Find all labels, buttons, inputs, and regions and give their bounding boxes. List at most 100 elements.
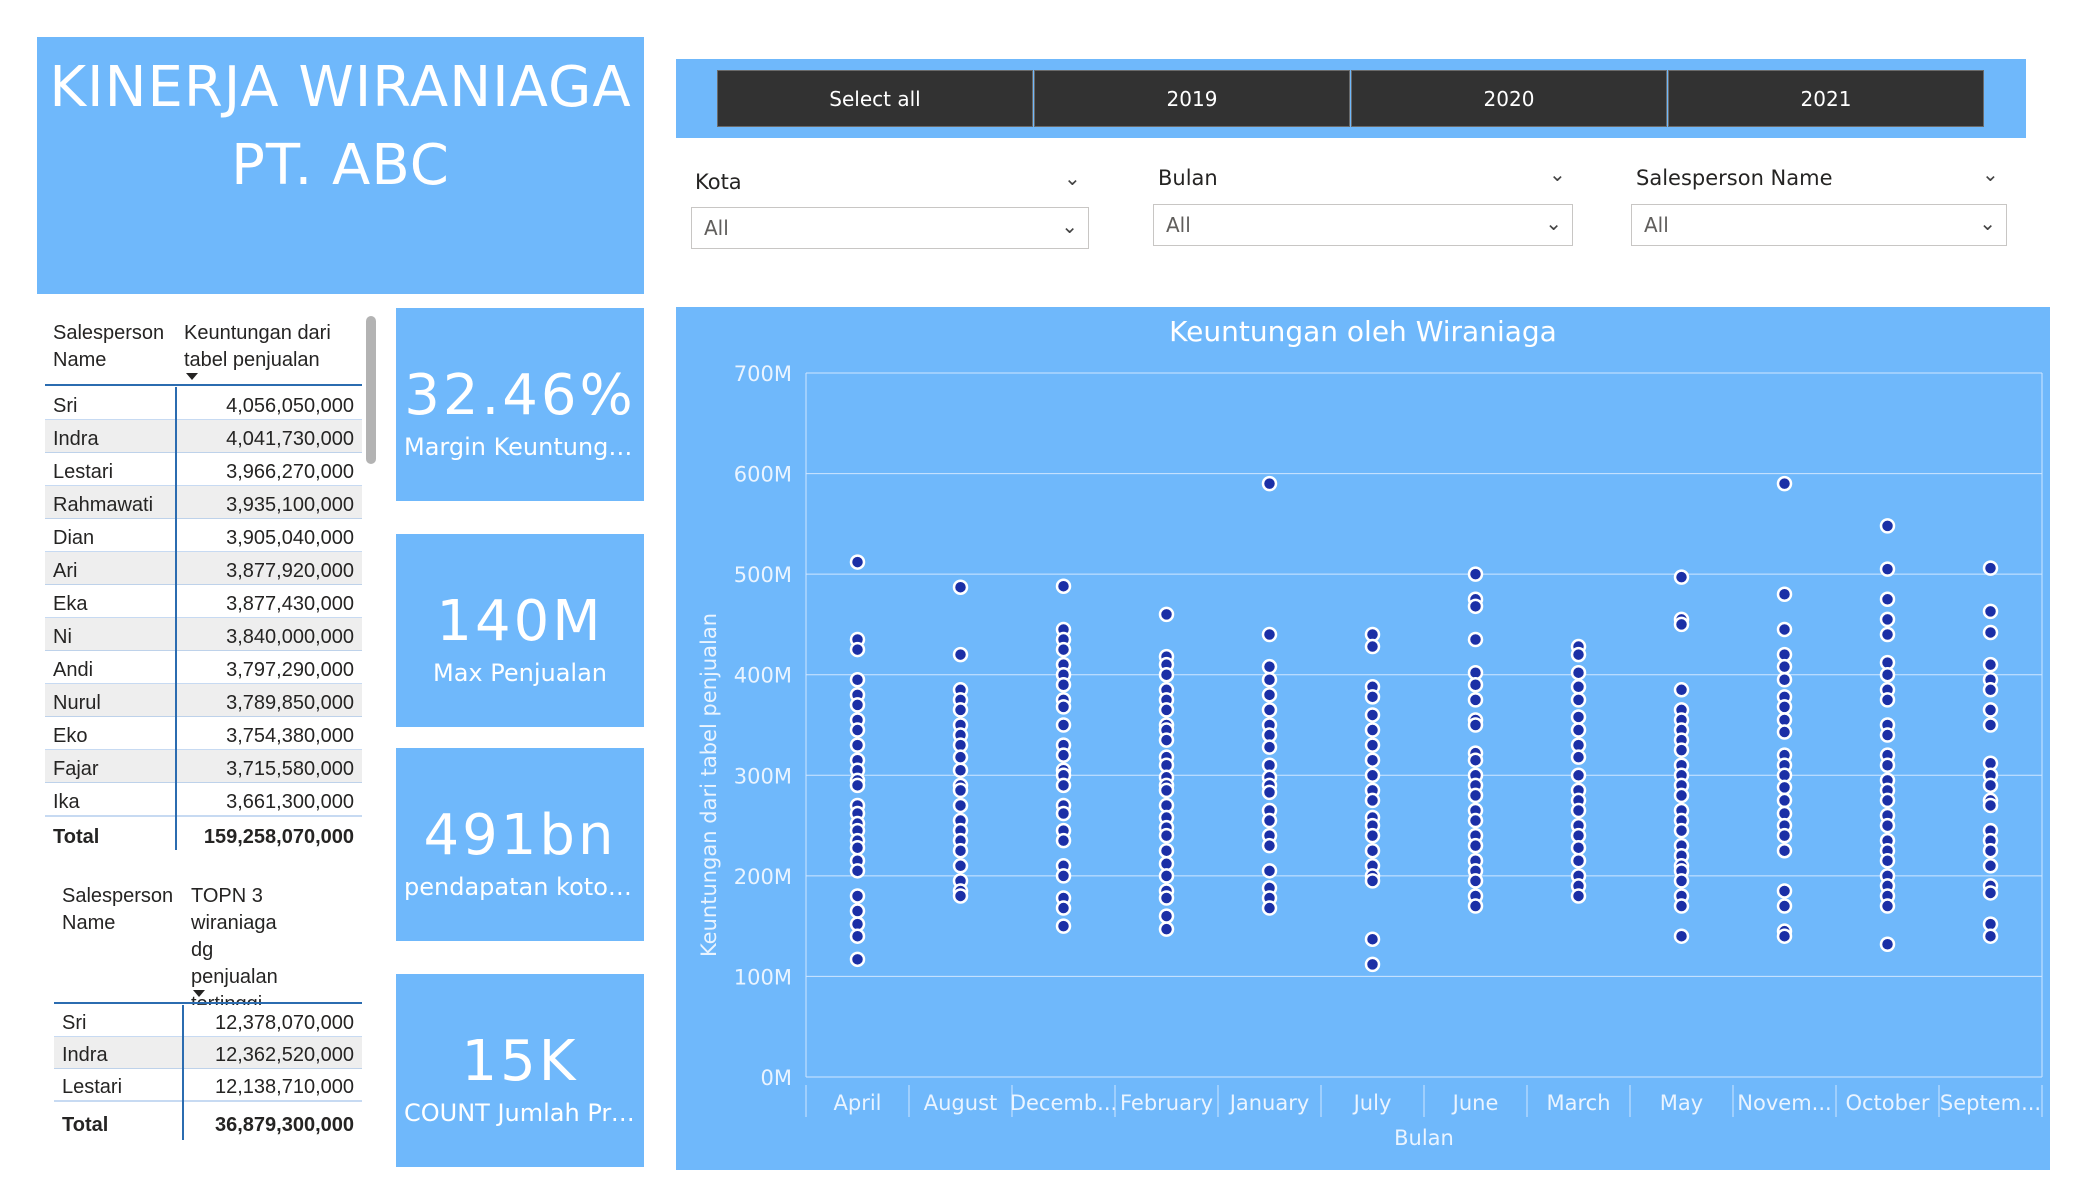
data-point[interactable]	[1673, 787, 1690, 804]
data-point[interactable]	[952, 646, 969, 663]
data-point[interactable]	[1261, 687, 1278, 703]
data-point[interactable]	[1776, 724, 1793, 740]
data-point[interactable]	[1982, 682, 1999, 698]
data-point[interactable]	[1776, 671, 1793, 688]
data-point[interactable]	[1158, 908, 1175, 924]
data-point[interactable]	[1879, 898, 1896, 914]
data-point[interactable]	[1570, 888, 1587, 904]
data-point[interactable]	[1364, 767, 1381, 784]
data-point[interactable]	[1879, 591, 1896, 608]
data-point[interactable]	[952, 702, 969, 718]
data-point[interactable]	[1776, 621, 1793, 638]
data-point[interactable]	[1879, 727, 1896, 743]
data-point[interactable]	[849, 722, 866, 738]
data-point[interactable]	[849, 888, 866, 904]
data-point[interactable]	[1673, 569, 1690, 585]
slicer-bulan-dropdown[interactable]: All ⌄	[1153, 204, 1573, 246]
data-point[interactable]	[952, 858, 969, 874]
data-point[interactable]	[1879, 853, 1896, 869]
data-point[interactable]	[1261, 626, 1278, 643]
data-point[interactable]	[1467, 898, 1484, 914]
data-point[interactable]	[1982, 777, 1999, 794]
data-point[interactable]	[1879, 692, 1896, 708]
data-point[interactable]	[1055, 805, 1072, 822]
data-point[interactable]	[1776, 792, 1793, 809]
data-point[interactable]	[1467, 598, 1484, 615]
data-point[interactable]	[1364, 689, 1381, 705]
data-point[interactable]	[952, 579, 969, 595]
chevron-down-icon[interactable]: ⌄	[1549, 162, 1566, 186]
data-point[interactable]	[1776, 898, 1793, 914]
data-point[interactable]	[1776, 842, 1793, 859]
data-point[interactable]	[1570, 709, 1587, 725]
data-point[interactable]	[1879, 666, 1896, 683]
data-point[interactable]	[1158, 921, 1175, 937]
data-point[interactable]	[952, 842, 969, 859]
data-point[interactable]	[1158, 842, 1175, 859]
data-point[interactable]	[1261, 658, 1278, 675]
data-point[interactable]	[1879, 792, 1896, 809]
data-point[interactable]	[1364, 873, 1381, 889]
data-point[interactable]	[1364, 752, 1381, 768]
data-point[interactable]	[849, 737, 866, 753]
data-point[interactable]	[1467, 677, 1484, 693]
data-point[interactable]	[1364, 737, 1381, 753]
data-point[interactable]	[1261, 863, 1278, 879]
data-point[interactable]	[1982, 560, 1999, 576]
data-point[interactable]	[849, 697, 866, 713]
data-point[interactable]	[849, 777, 866, 794]
data-point[interactable]	[1776, 928, 1793, 944]
data-point[interactable]	[1467, 787, 1484, 804]
data-point[interactable]	[1776, 779, 1793, 796]
data-point[interactable]	[1673, 822, 1690, 839]
year-button-2020[interactable]: 2020	[1351, 70, 1667, 127]
data-point[interactable]	[952, 782, 969, 799]
data-point[interactable]	[1261, 900, 1278, 916]
data-point[interactable]	[1570, 839, 1587, 856]
data-point[interactable]	[1261, 837, 1278, 854]
data-point[interactable]	[1570, 853, 1587, 869]
data-point[interactable]	[1467, 692, 1484, 708]
data-point[interactable]	[849, 839, 866, 856]
data-point[interactable]	[1982, 702, 1999, 718]
data-point[interactable]	[1158, 606, 1175, 623]
data-point[interactable]	[1364, 827, 1381, 844]
data-point[interactable]	[1364, 638, 1381, 655]
data-point[interactable]	[1673, 616, 1690, 633]
data-point[interactable]	[849, 928, 866, 944]
data-point[interactable]	[952, 749, 969, 765]
data-point[interactable]	[1570, 767, 1587, 784]
data-point[interactable]	[1055, 717, 1072, 733]
data-point[interactable]	[1261, 671, 1278, 688]
data-point[interactable]	[1879, 518, 1896, 534]
data-point[interactable]	[1055, 868, 1072, 884]
data-point[interactable]	[1261, 739, 1278, 755]
data-point[interactable]	[849, 863, 866, 879]
data-point[interactable]	[849, 554, 866, 570]
data-point[interactable]	[1158, 868, 1175, 884]
data-point[interactable]	[1982, 797, 1999, 814]
data-point[interactable]	[1158, 666, 1175, 683]
data-point[interactable]	[849, 641, 866, 658]
data-point[interactable]	[1158, 732, 1175, 748]
table-scrollbar[interactable]	[366, 316, 376, 464]
sort-desc-icon[interactable]	[186, 373, 198, 380]
data-point[interactable]	[1261, 812, 1278, 829]
data-point[interactable]	[1158, 890, 1175, 906]
data-point[interactable]	[1364, 956, 1381, 973]
data-point[interactable]	[1055, 777, 1072, 794]
data-point[interactable]	[1879, 561, 1896, 577]
data-point[interactable]	[1364, 792, 1381, 809]
data-point[interactable]	[1982, 656, 1999, 673]
data-point[interactable]	[1982, 885, 1999, 901]
data-point[interactable]	[1673, 873, 1690, 889]
data-point[interactable]	[1055, 578, 1072, 594]
data-point[interactable]	[1879, 817, 1896, 834]
data-point[interactable]	[1570, 679, 1587, 695]
data-point[interactable]	[1982, 603, 1999, 620]
data-point[interactable]	[1467, 717, 1484, 733]
data-point[interactable]	[1776, 475, 1793, 492]
data-point[interactable]	[1158, 702, 1175, 718]
data-point[interactable]	[849, 671, 866, 688]
data-point[interactable]	[1570, 692, 1587, 708]
